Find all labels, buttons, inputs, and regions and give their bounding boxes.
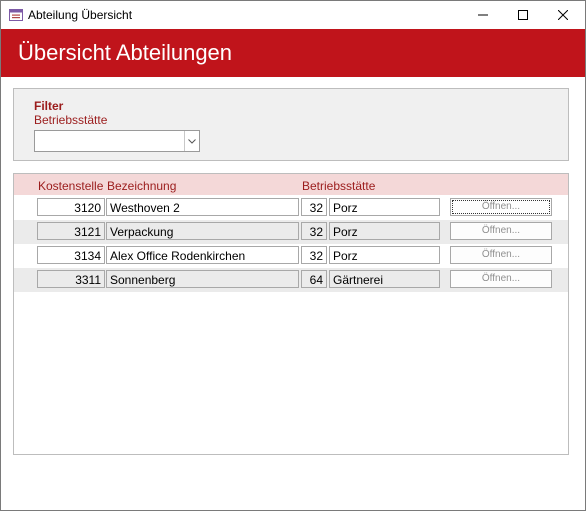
open-button[interactable]: Öffnen... xyxy=(450,270,552,288)
betriebsstaette-filter-combobox[interactable] xyxy=(34,130,200,152)
column-header-betriebsstaette: Betriebsstätte xyxy=(302,179,376,193)
minimize-button[interactable] xyxy=(461,1,505,29)
chevron-down-icon xyxy=(188,138,196,144)
table-row: 3311 Sonnenberg 64 Gärtnerei Öffnen... xyxy=(14,268,568,292)
maximize-button[interactable] xyxy=(501,1,545,29)
page-title: Übersicht Abteilungen xyxy=(18,40,233,65)
window-title: Abteilung Übersicht xyxy=(28,8,133,22)
combobox-dropdown-button[interactable] xyxy=(184,131,199,151)
filter-heading: Filter xyxy=(34,99,64,113)
column-header-bezeichnung: Bezeichnung xyxy=(107,179,177,193)
maximize-icon xyxy=(518,10,528,20)
betriebsstaette-name-field[interactable]: Porz xyxy=(329,246,440,264)
betriebsstaette-nr-field[interactable]: 64 xyxy=(301,270,327,288)
open-button[interactable]: Öffnen... xyxy=(450,198,552,216)
table-row: 3121 Verpackung 32 Porz Öffnen... xyxy=(14,220,568,244)
betriebsstaette-nr-field[interactable]: 32 xyxy=(301,222,327,240)
filter-section: Filter Betriebsstätte xyxy=(13,88,569,161)
bezeichnung-field[interactable]: Verpackung xyxy=(106,222,299,240)
close-icon xyxy=(558,10,568,20)
title-bar[interactable]: Abteilung Übersicht xyxy=(1,1,585,29)
betriebsstaette-nr-field[interactable]: 32 xyxy=(301,246,327,264)
betriebsstaette-name-field[interactable]: Porz xyxy=(329,222,440,240)
betriebsstaette-filter-label: Betriebsstätte xyxy=(34,113,108,127)
list-header: Kostenstelle Bezeichnung Betriebsstätte xyxy=(14,174,568,195)
close-button[interactable] xyxy=(541,1,585,29)
kostenstelle-field[interactable]: 3121 xyxy=(37,222,105,240)
betriebsstaette-nr-field[interactable]: 32 xyxy=(301,198,327,216)
table-row: 3134 Alex Office Rodenkirchen 32 Porz Öf… xyxy=(14,244,568,268)
department-list: Kostenstelle Bezeichnung Betriebsstätte … xyxy=(13,173,569,455)
table-row: 3120 Westhoven 2 32 Porz Öffnen... xyxy=(14,196,568,220)
kostenstelle-field[interactable]: 3311 xyxy=(37,270,105,288)
betriebsstaette-name-field[interactable]: Gärtnerei xyxy=(329,270,440,288)
open-button[interactable]: Öffnen... xyxy=(450,222,552,240)
bezeichnung-field[interactable]: Westhoven 2 xyxy=(106,198,299,216)
header-band: Übersicht Abteilungen xyxy=(1,29,585,77)
minimize-icon xyxy=(478,14,488,16)
kostenstelle-field[interactable]: 3120 xyxy=(37,198,105,216)
bezeichnung-field[interactable]: Alex Office Rodenkirchen xyxy=(106,246,299,264)
form-icon xyxy=(9,9,23,21)
bezeichnung-field[interactable]: Sonnenberg xyxy=(106,270,299,288)
form-window: Abteilung Übersicht Übersicht Abteilunge… xyxy=(0,0,586,511)
kostenstelle-field[interactable]: 3134 xyxy=(37,246,105,264)
betriebsstaette-name-field[interactable]: Porz xyxy=(329,198,440,216)
column-header-kostenstelle: Kostenstelle xyxy=(38,179,104,193)
open-button[interactable]: Öffnen... xyxy=(450,246,552,264)
